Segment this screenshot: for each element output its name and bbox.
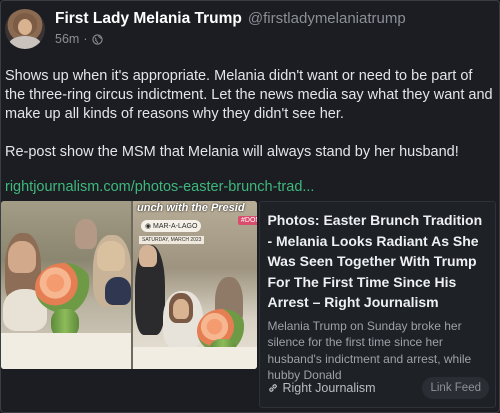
post-card: First Lady Melania Trump @firstladymelan… <box>0 0 500 413</box>
preview-info[interactable]: Photos: Easter Brunch Tradition - Melani… <box>259 201 496 408</box>
link-preview-card[interactable]: unch with the Presid #DONA ◉ MAR-A-LAGO … <box>1 201 496 408</box>
globe-icon <box>91 33 103 45</box>
handle[interactable]: @firstladymelaniatrump <box>248 10 406 27</box>
link-feed-button[interactable]: Link Feed <box>422 377 489 399</box>
preview-title[interactable]: Photos: Easter Brunch Tradition - Melani… <box>267 210 489 313</box>
separator-dot: · <box>83 32 88 46</box>
photo-left <box>1 201 131 369</box>
post-link[interactable]: rightjournalism.com/photos-easter-brunch… <box>5 179 314 195</box>
avatar[interactable] <box>5 9 45 49</box>
image-date-sticker: SATURDAY, MARCH 2023 <box>139 236 205 244</box>
image-overlay-title: unch with the Presid <box>137 202 245 214</box>
link-icon <box>269 384 278 392</box>
preview-footer: Right Journalism Link Feed <box>267 377 489 399</box>
image-location-sticker: ◉ MAR-A-LAGO <box>141 220 202 232</box>
preview-source[interactable]: Right Journalism <box>267 381 376 395</box>
preview-image[interactable]: unch with the Presid #DONA ◉ MAR-A-LAGO … <box>1 201 258 369</box>
author-meta: First Lady Melania Trump @firstladymelan… <box>55 9 406 49</box>
post-paragraph: Re-post show the MSM that Melania will a… <box>5 144 459 160</box>
display-name[interactable]: First Lady Melania Trump <box>55 10 242 28</box>
post-header: First Lady Melania Trump @firstladymelan… <box>5 9 406 49</box>
post-time[interactable]: 56m <box>55 32 79 46</box>
post-body: Shows up when it's appropriate. Melania … <box>5 67 495 181</box>
post-paragraph: Shows up when it's appropriate. Melania … <box>5 68 493 122</box>
preview-source-label: Right Journalism <box>282 381 376 395</box>
image-hashtag: #DONA <box>238 216 258 225</box>
preview-description: Melania Trump on Sunday broke her silenc… <box>267 318 472 383</box>
